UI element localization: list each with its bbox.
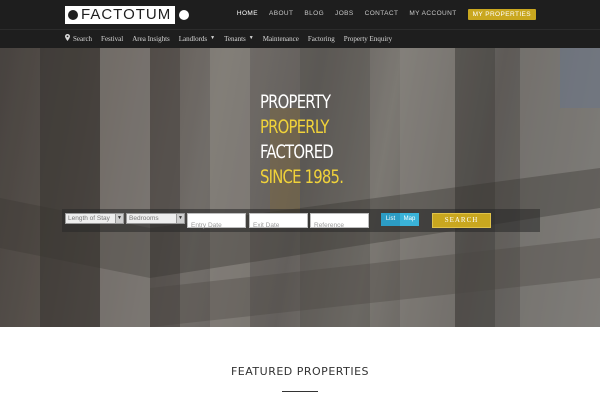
subnav-factoring-label: Factoring — [307, 35, 335, 43]
subnav-property-enquiry-label: Property Enquiry — [343, 35, 393, 43]
hero-headline: PROPERTY PROPERLY FACTORED SINCE 1985. — [260, 90, 380, 190]
logo-text: FACTOTUM — [81, 6, 172, 23]
headline-line-1: PROPERTY — [260, 91, 331, 113]
subnav-search[interactable]: Search — [65, 34, 92, 44]
dropdown-arrow-icon: ▼ — [115, 214, 123, 223]
bedrooms-select[interactable]: Bedrooms ▼ — [126, 213, 185, 224]
nav-blog[interactable]: BLOG — [304, 8, 324, 20]
headline-line-2: PROPERLY — [260, 116, 329, 138]
nav-about[interactable]: ABOUT — [269, 8, 293, 20]
subnav-property-enquiry[interactable]: Property Enquiry — [344, 34, 392, 44]
title-divider — [282, 391, 318, 392]
subnav-factoring[interactable]: Factoring — [308, 34, 335, 44]
logo-dot-icon — [68, 10, 78, 20]
subnav-landlords-label: Landlords — [178, 35, 208, 43]
entry-date-input[interactable] — [188, 219, 245, 232]
list-view-button[interactable]: List — [381, 213, 400, 226]
dropdown-arrow-icon: ▼ — [176, 214, 184, 223]
exit-date-field[interactable] — [249, 213, 308, 232]
subnav-tenants-label: Tenants — [224, 35, 246, 43]
subnav-area-insights[interactable]: Area Insights — [132, 34, 170, 44]
subnav-search-label: Search — [73, 35, 93, 43]
entry-date-field[interactable] — [187, 213, 246, 232]
my-properties-button[interactable]: MY PROPERTIES — [467, 8, 536, 20]
subnav-festival-label: Festival — [101, 35, 124, 43]
headline-line-3: FACTORED — [260, 141, 334, 163]
caret-down-icon: ▼ — [210, 36, 216, 41]
top-bar: FACTOTUM HOME ABOUT BLOG JOBS CONTACT MY… — [0, 0, 600, 29]
featured-properties-section: FEATURED PROPERTIES — [0, 365, 600, 392]
nav-home[interactable]: HOME — [237, 8, 258, 20]
search-button[interactable]: SEARCH — [432, 213, 491, 228]
nav-contact[interactable]: CONTACT — [365, 8, 399, 20]
nav-my-account[interactable]: MY ACCOUNT — [409, 8, 456, 20]
exit-date-input[interactable] — [250, 219, 307, 232]
subnav-maintenance[interactable]: Maintenance — [263, 34, 299, 44]
subnav-festival[interactable]: Festival — [101, 34, 123, 44]
reference-input[interactable] — [311, 219, 368, 232]
subnav-area-insights-label: Area Insights — [132, 35, 170, 43]
map-view-button[interactable]: Map — [400, 213, 419, 226]
map-pin-icon — [65, 34, 70, 44]
subnav-landlords[interactable]: Landlords ▼ — [179, 34, 215, 44]
subnav-tenants[interactable]: Tenants ▼ — [224, 34, 254, 44]
featured-properties-title: FEATURED PROPERTIES — [230, 365, 370, 378]
nav-jobs[interactable]: JOBS — [335, 8, 354, 20]
length-of-stay-value: Length of Stay — [68, 215, 110, 222]
caret-down-icon: ▼ — [248, 36, 254, 41]
factotum-logo[interactable]: FACTOTUM — [65, 6, 190, 24]
view-toggle: List Map — [381, 213, 419, 226]
secondary-nav: Search Festival Area Insights Landlords ▼… — [0, 29, 600, 48]
bedrooms-value: Bedrooms — [129, 215, 159, 222]
length-of-stay-select[interactable]: Length of Stay ▼ — [65, 213, 124, 224]
logo-circle-icon — [179, 10, 190, 20]
subnav-maintenance-label: Maintenance — [262, 35, 299, 43]
reference-field[interactable] — [310, 213, 369, 232]
headline-line-4: SINCE 1985. — [260, 166, 344, 188]
main-nav: HOME ABOUT BLOG JOBS CONTACT MY ACCOUNT … — [226, 8, 536, 20]
